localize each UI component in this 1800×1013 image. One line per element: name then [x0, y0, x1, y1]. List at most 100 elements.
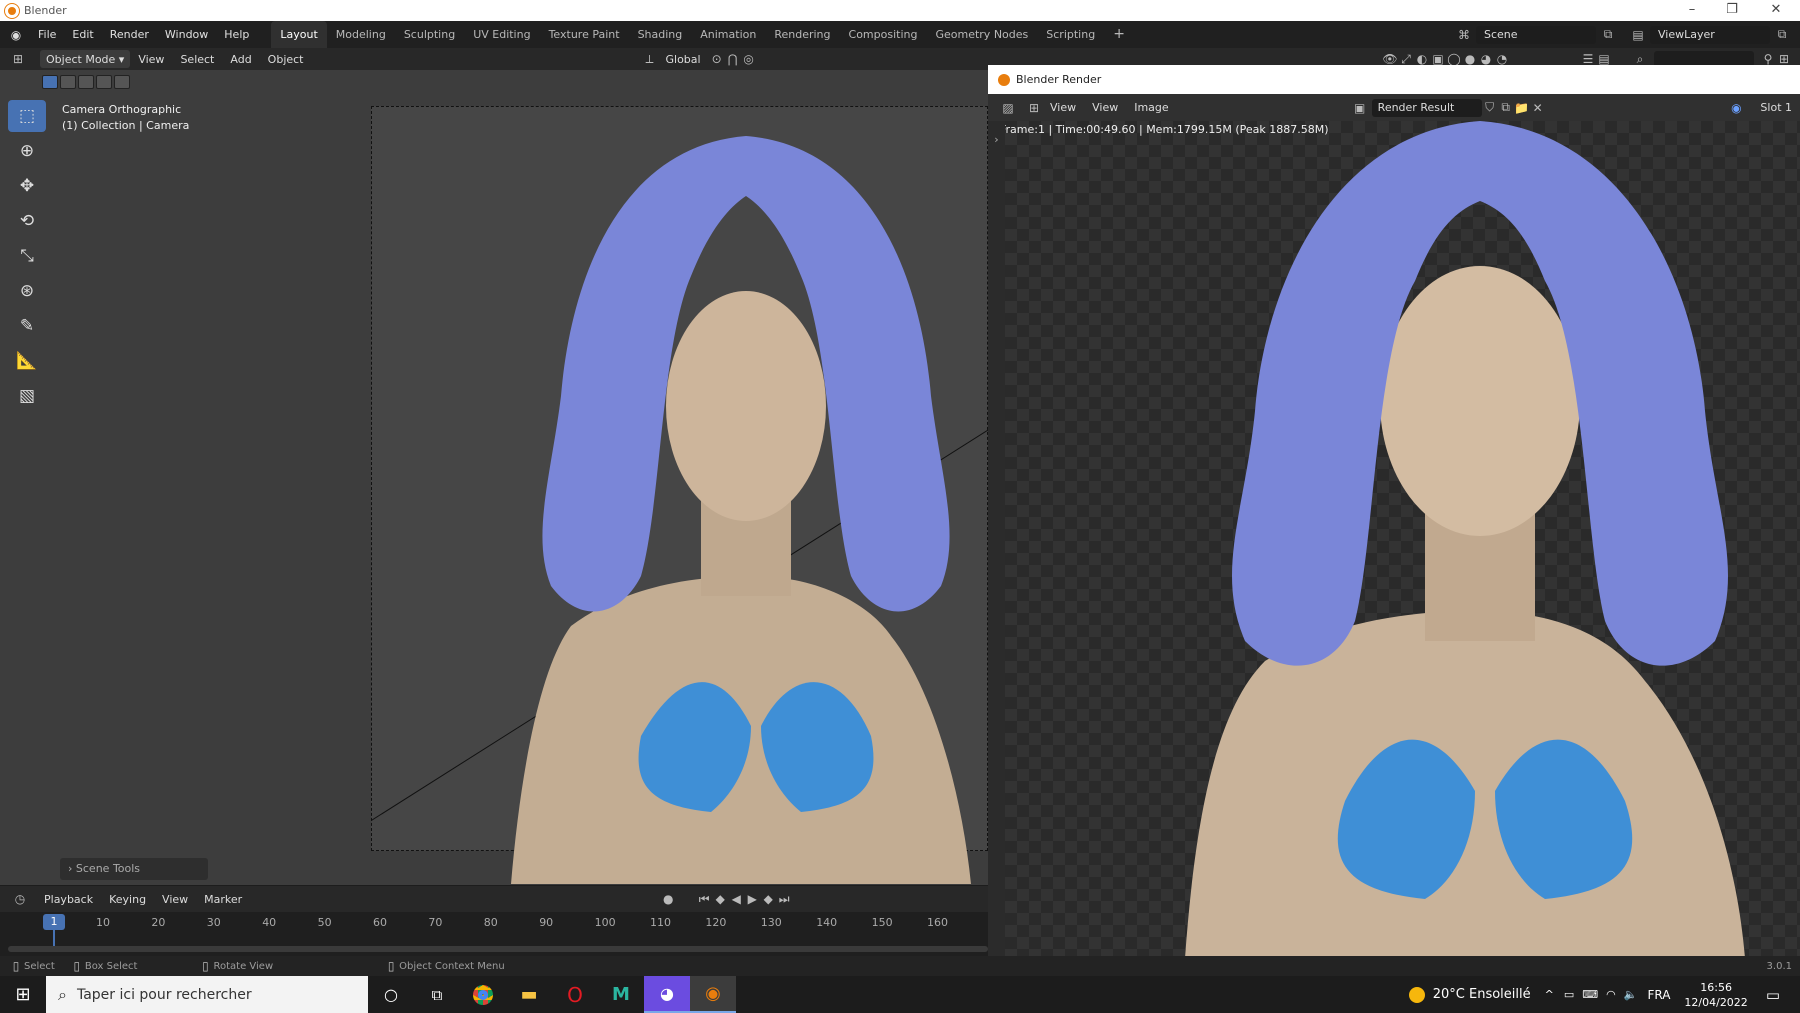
menu-help[interactable]: Help — [216, 21, 257, 48]
tray-chevron-icon[interactable]: ^ — [1545, 988, 1554, 1001]
wifi-icon[interactable]: ◠ — [1606, 988, 1616, 1001]
viewlayer-selector[interactable]: ViewLayer — [1650, 25, 1770, 44]
select-new-icon[interactable] — [42, 75, 58, 89]
opera-icon[interactable]: O — [552, 976, 598, 1013]
timeline-menu-playback[interactable]: Playback — [36, 893, 101, 906]
jump-keyframe-back-icon[interactable]: ◆ — [712, 891, 728, 907]
task-view-icon[interactable]: ⧉ — [414, 976, 460, 1013]
auto-key-icon[interactable]: ● — [660, 891, 676, 907]
editor-type-icon[interactable]: ⊞ — [10, 51, 26, 67]
blender-menu-icon[interactable]: ◉ — [8, 27, 24, 43]
tab-sculpting[interactable]: Sculpting — [395, 21, 464, 48]
image-name-field[interactable]: Render Result — [1371, 98, 1482, 117]
frame-tick: 110 — [650, 916, 671, 929]
language-label[interactable]: FRA — [1647, 988, 1670, 1002]
viewport-menu-view[interactable]: View — [130, 53, 172, 66]
menu-window[interactable]: Window — [157, 21, 216, 48]
unlink-image-icon[interactable]: ✕ — [1530, 100, 1546, 116]
open-image-icon[interactable]: 📁 — [1514, 100, 1530, 116]
cursor-tool-icon[interactable]: ⊕ — [8, 135, 46, 167]
tab-animation[interactable]: Animation — [691, 21, 765, 48]
timeline-menu-view[interactable]: View — [154, 893, 196, 906]
scene-selector[interactable]: Scene — [1476, 25, 1596, 44]
tab-rendering[interactable]: Rendering — [765, 21, 839, 48]
blender-taskbar-icon[interactable]: ◉ — [690, 976, 736, 1013]
add-cube-tool-icon[interactable]: ▧ — [8, 380, 46, 412]
file-explorer-icon[interactable]: ▬ — [506, 976, 552, 1013]
tab-modeling[interactable]: Modeling — [327, 21, 395, 48]
tab-shading[interactable]: Shading — [629, 21, 692, 48]
jump-end-icon[interactable]: ⏭ — [776, 891, 792, 907]
viewport-menu-object[interactable]: Object — [260, 53, 312, 66]
tab-layout[interactable]: Layout — [271, 21, 327, 48]
transform-tool-icon[interactable]: ⊛ — [8, 275, 46, 307]
select-tool-icon[interactable]: ⬚ — [8, 100, 46, 132]
slot-dropdown[interactable]: Slot 1 — [1752, 101, 1800, 114]
jump-start-icon[interactable]: ⏮ — [696, 891, 712, 907]
add-workspace-icon[interactable]: + — [1104, 21, 1134, 48]
render-menu-view[interactable]: View — [1084, 101, 1126, 114]
tab-scripting[interactable]: Scripting — [1037, 21, 1104, 48]
viewport-menu-add[interactable]: Add — [222, 53, 259, 66]
rotate-tool-icon[interactable]: ⟲ — [8, 205, 46, 237]
new-image-icon[interactable]: ⧉ — [1498, 100, 1514, 116]
timeline[interactable]: 1 10 20 30 40 50 60 70 80 90 100 110 120 130 140 150 16… — [0, 912, 988, 956]
annotate-tool-icon[interactable]: ✎ — [8, 310, 46, 342]
cortana-icon[interactable]: ○ — [368, 976, 414, 1013]
select-intersect-icon[interactable] — [114, 75, 130, 89]
timeline-scrollbar[interactable] — [8, 946, 988, 952]
tab-uv-editing[interactable]: UV Editing — [464, 21, 539, 48]
chrome-icon[interactable] — [460, 976, 506, 1013]
select-invert-icon[interactable] — [96, 75, 112, 89]
orientation-dropdown[interactable]: Global — [658, 53, 709, 66]
minimize-icon[interactable]: – — [1672, 0, 1712, 21]
discord-icon[interactable]: ◕ — [644, 976, 690, 1013]
render-menu-image[interactable]: Image — [1126, 101, 1176, 114]
new-viewlayer-icon[interactable]: ⧉ — [1774, 27, 1790, 43]
tab-texture-paint[interactable]: Texture Paint — [540, 21, 629, 48]
volume-icon[interactable]: 🔈 — [1624, 988, 1638, 1001]
menu-render[interactable]: Render — [102, 21, 157, 48]
keyboard-icon[interactable]: ⌨ — [1582, 988, 1598, 1001]
clock[interactable]: 16:56 12/04/2022 — [1684, 980, 1747, 1010]
view-mode-icon[interactable]: ⊞ — [1026, 100, 1042, 116]
menu-file[interactable]: File — [30, 21, 64, 48]
play-reverse-icon[interactable]: ◀ — [728, 891, 744, 907]
viewlayer-icon[interactable]: ▤ — [1630, 27, 1646, 43]
tab-compositing[interactable]: Compositing — [840, 21, 927, 48]
tray-app-icon[interactable]: ▭ — [1564, 988, 1574, 1001]
image-browse-icon[interactable]: ▣ — [1352, 100, 1368, 116]
measure-tool-icon[interactable]: 📐 — [8, 345, 46, 377]
new-scene-icon[interactable]: ⧉ — [1600, 27, 1616, 43]
timeline-menu-keying[interactable]: Keying — [101, 893, 154, 906]
weather-label[interactable]: 20°C Ensoleillé — [1433, 987, 1531, 1002]
fake-user-icon[interactable]: ⛉ — [1482, 100, 1498, 116]
timeline-editor-icon[interactable]: ◷ — [12, 891, 28, 907]
taskbar-search[interactable]: ⌕ Taper ici pour rechercher — [46, 976, 368, 1013]
menu-edit[interactable]: Edit — [64, 21, 101, 48]
close-icon[interactable]: ✕ — [1756, 0, 1796, 21]
jump-keyframe-forward-icon[interactable]: ◆ — [760, 891, 776, 907]
windows-start-icon[interactable]: ⊞ — [0, 976, 46, 1013]
tab-geometry-nodes[interactable]: Geometry Nodes — [926, 21, 1037, 48]
app-m-icon[interactable]: M — [598, 976, 644, 1013]
pivot-icon[interactable]: ⊙ — [709, 51, 725, 67]
notification-icon[interactable]: ▭ — [1766, 986, 1780, 1004]
restore-icon[interactable]: ❐ — [1712, 0, 1752, 21]
timeline-menu-marker[interactable]: Marker — [196, 893, 250, 906]
select-subtract-icon[interactable] — [78, 75, 94, 89]
scene-tools-panel[interactable]: › Scene Tools — [60, 858, 208, 880]
scene-icon[interactable]: ⌘ — [1456, 27, 1472, 43]
proportional-edit-icon[interactable]: ◎ — [741, 51, 757, 67]
viewport-menu-select[interactable]: Select — [172, 53, 222, 66]
object-mode-dropdown[interactable]: Object Mode ▾ — [40, 50, 131, 68]
scale-tool-icon[interactable]: ⤡ — [8, 240, 46, 272]
move-tool-icon[interactable]: ✥ — [8, 170, 46, 202]
image-editor-type-icon[interactable]: ▨ — [1000, 100, 1016, 116]
select-extend-icon[interactable] — [60, 75, 76, 89]
overlay-toggle-icon[interactable]: ◉ — [1728, 100, 1744, 116]
sidebar-toggle-icon[interactable]: › — [988, 121, 1005, 958]
play-icon[interactable]: ▶ — [744, 891, 760, 907]
render-menu-view-dropdown[interactable]: View — [1042, 101, 1084, 114]
snap-icon[interactable]: ⋂ — [725, 51, 741, 67]
